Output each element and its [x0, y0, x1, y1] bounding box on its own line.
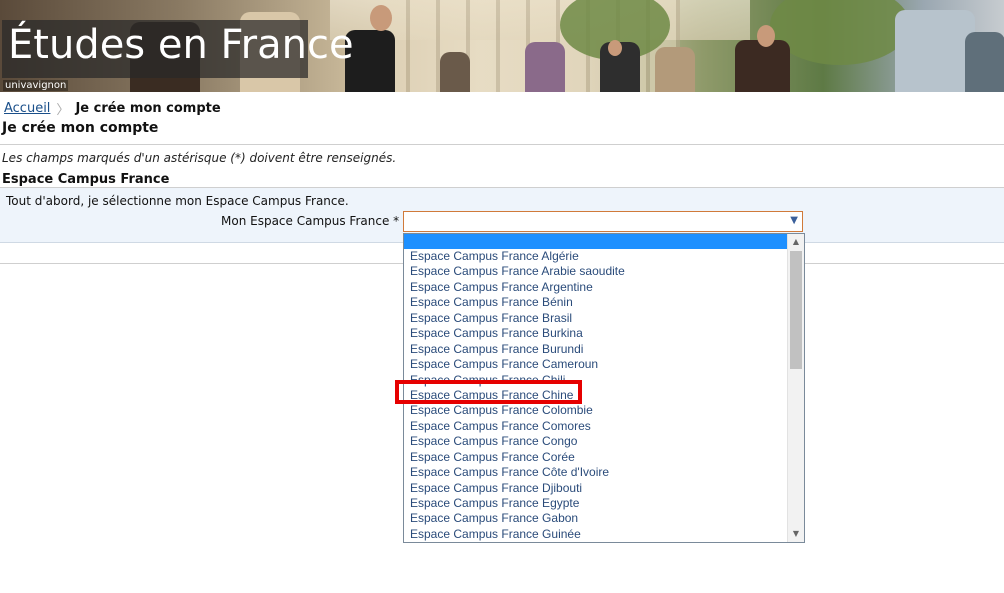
dropdown-option[interactable]: Espace Campus France Djibouti: [404, 481, 788, 496]
dropdown-option[interactable]: Espace Campus France Egypte: [404, 496, 788, 511]
dropdown-option[interactable]: Espace Campus France Argentine: [404, 280, 788, 295]
banner-person: [735, 40, 790, 92]
dropdown-option[interactable]: Espace Campus France Gabon: [404, 511, 788, 526]
dropdown-option[interactable]: Espace Campus France Algérie: [404, 249, 788, 264]
dropdown-option[interactable]: Espace Campus France Comores: [404, 419, 788, 434]
banner-person: [525, 42, 565, 92]
campus-select[interactable]: ▼: [403, 211, 803, 232]
banner-title: Études en France: [8, 22, 354, 68]
section-title: Espace Campus France: [2, 172, 170, 187]
dropdown-options: Espace Campus France Algérie Espace Campu…: [404, 249, 788, 542]
breadcrumb: Accueil 〉 Je crée mon compte: [4, 99, 221, 118]
dropdown-option[interactable]: Espace Campus France Colombie: [404, 403, 788, 418]
dropdown-option[interactable]: Espace Campus France Burundi: [404, 342, 788, 357]
banner-photo-credit: univavignon: [3, 80, 69, 91]
breadcrumb-current: Je crée mon compte: [75, 101, 221, 116]
banner-head: [370, 5, 392, 31]
banner-tree: [770, 0, 910, 65]
dropdown-option[interactable]: Espace Campus France Burkina: [404, 326, 788, 341]
dropdown-option[interactable]: Espace Campus France Chili: [404, 373, 788, 388]
scrollbar-thumb[interactable]: [790, 251, 802, 369]
banner-person: [440, 52, 470, 92]
dropdown-option[interactable]: Espace Campus France Corée: [404, 450, 788, 465]
dropdown-option[interactable]: Espace Campus France Côte d'Ivoire: [404, 465, 788, 480]
breadcrumb-home-link[interactable]: Accueil: [4, 101, 50, 116]
dropdown-option[interactable]: Espace Campus France Guinée: [404, 527, 788, 542]
scroll-up-icon[interactable]: ▲: [788, 234, 804, 250]
dropdown-option[interactable]: Espace Campus France Chine: [404, 388, 788, 403]
scroll-down-icon[interactable]: ▼: [788, 526, 804, 542]
banner-head: [757, 25, 775, 47]
dropdown-option[interactable]: Espace Campus France Arabie saoudite: [404, 264, 788, 279]
dropdown-option-empty-selected[interactable]: [404, 234, 788, 249]
breadcrumb-separator-icon: 〉: [56, 103, 70, 118]
banner-head: [608, 40, 622, 56]
divider: [0, 144, 1004, 145]
dropdown-option[interactable]: Espace Campus France Congo: [404, 434, 788, 449]
campus-dropdown-list[interactable]: Espace Campus France Algérie Espace Campu…: [403, 233, 805, 543]
header-banner: Études en France univavignon: [0, 0, 1004, 92]
dropdown-scrollbar[interactable]: ▲ ▼: [787, 234, 804, 542]
dropdown-option[interactable]: Espace Campus France Bénin: [404, 295, 788, 310]
required-fields-note: Les champs marqués d'un astérisque (*) d…: [2, 151, 397, 165]
banner-person: [965, 32, 1004, 92]
campus-select-label: Mon Espace Campus France * :: [221, 214, 407, 228]
dropdown-option[interactable]: Espace Campus France Cameroun: [404, 357, 788, 372]
page-title: Je crée mon compte: [2, 120, 159, 136]
form-intro-text: Tout d'abord, je sélectionne mon Espace …: [6, 194, 349, 208]
chevron-down-icon[interactable]: ▼: [790, 215, 798, 226]
banner-person: [895, 10, 975, 92]
dropdown-option[interactable]: Espace Campus France Brasil: [404, 311, 788, 326]
banner-person: [655, 47, 695, 92]
